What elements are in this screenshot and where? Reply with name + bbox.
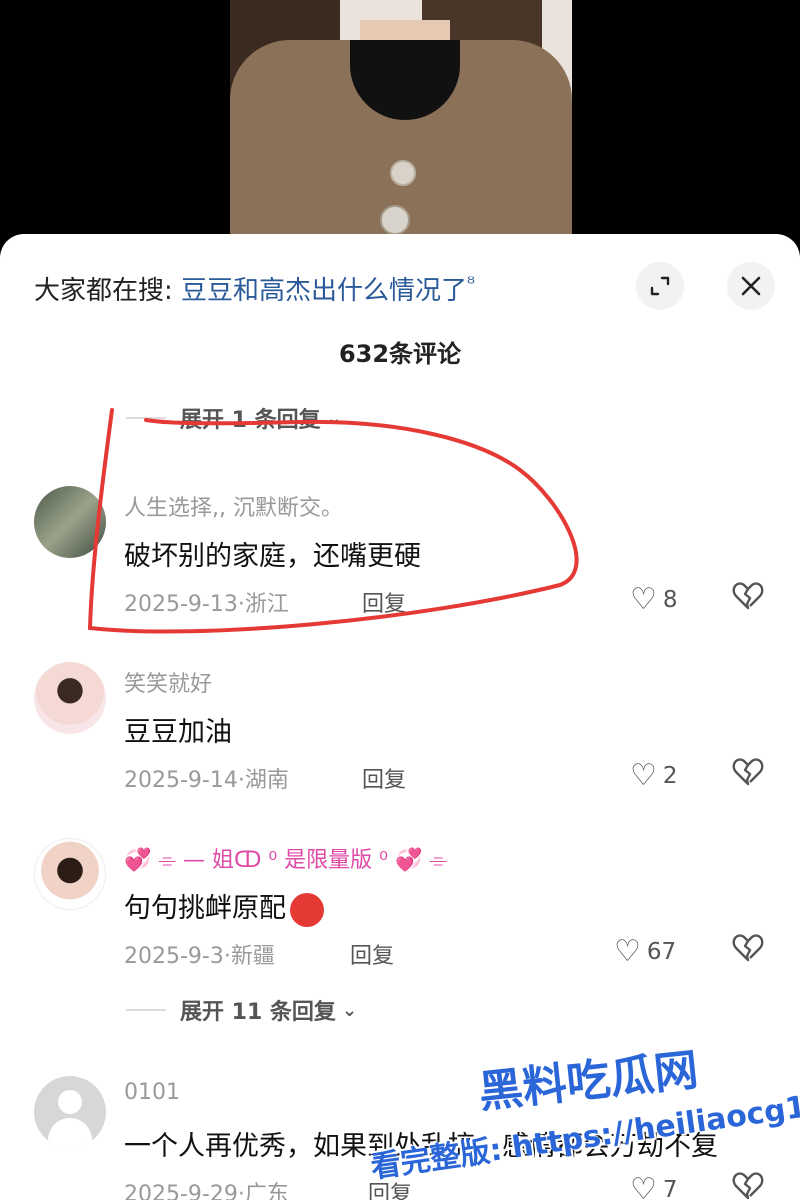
default-avatar-head [58, 1090, 82, 1114]
reply-button[interactable]: 回复 [368, 1176, 412, 1200]
expand-icon [650, 276, 670, 296]
divider [126, 417, 166, 419]
like-count: 2 [662, 762, 678, 789]
comment-meta: 2025-9-29·广东 [124, 1182, 289, 1200]
broken-heart-icon[interactable] [732, 932, 764, 970]
comment-author[interactable]: 0101 [124, 1080, 180, 1105]
like-button[interactable]: ♡ 7 [630, 1172, 678, 1200]
heart-icon: ♡ [630, 582, 657, 617]
comment-text: 句句挑衅原配 [124, 886, 324, 927]
heart-icon: ♡ [630, 1172, 657, 1200]
like-count: 67 [646, 938, 677, 965]
broken-heart-icon[interactable] [732, 1170, 764, 1200]
video-frame [230, 0, 572, 260]
suggested-search[interactable]: 大家都在搜: 豆豆和高杰出什么情况了ᴽ [34, 270, 475, 307]
suggested-search-row: 大家都在搜: 豆豆和高杰出什么情况了ᴽ [0, 262, 800, 310]
like-button[interactable]: ♡ 8 [630, 582, 678, 617]
like-count: 7 [662, 1176, 678, 1200]
expand-replies-mid[interactable]: 展开 11 条回复 ⌄ [126, 994, 357, 1026]
default-avatar-body [48, 1118, 92, 1148]
heart-icon: ♡ [614, 934, 641, 969]
expand-replies-top[interactable]: 展开 1 条回复 ⌄ [126, 402, 342, 434]
comment-count: 632条评论 [338, 340, 462, 368]
broken-heart-icon[interactable] [732, 580, 764, 618]
like-button[interactable]: ♡ 2 [630, 758, 678, 793]
expand-replies-label: 展开 11 条回复 [180, 1000, 336, 1025]
comment-meta: 2025-9-13·浙江 [124, 592, 289, 617]
search-icon: ᴽ [467, 273, 475, 295]
broken-heart-icon[interactable] [732, 756, 764, 794]
like-button[interactable]: ♡ 67 [614, 934, 676, 969]
comment-meta: 2025-9-14·湖南 [124, 768, 289, 793]
heart-icon: ♡ [630, 758, 657, 793]
chevron-down-icon: ⌄ [341, 999, 358, 1021]
close-icon [741, 276, 761, 296]
suggested-search-query[interactable]: 豆豆和高杰出什么情况了 [181, 276, 467, 306]
comment-text-body: 句句挑衅原配 [124, 893, 286, 924]
comment-item: 0101 一个人再优秀，如果到处乱搞，感情都会万劫不复 2025-9-29·广东… [0, 1076, 800, 1200]
angry-face-icon [290, 892, 324, 927]
avatar[interactable] [34, 486, 106, 558]
comment-item: 💞 ⌯ — 姐ↀ ⁰ 是限量版 ⁰ 💞 ⌯ 句句挑衅原配 2025-9-3·新疆… [0, 838, 800, 988]
like-count: 8 [662, 586, 678, 613]
avatar[interactable] [34, 662, 106, 734]
suggested-search-prefix: 大家都在搜: [34, 276, 173, 306]
comment-item: 人生选择,, 沉默断交。 破坏别的家庭，还嘴更硬 2025-9-13·浙江 回复… [0, 486, 800, 636]
expand-button[interactable] [636, 262, 684, 310]
comment-author[interactable]: 💞 ⌯ — 姐ↀ ⁰ 是限量版 ⁰ 💞 ⌯ [124, 842, 447, 874]
comment-text: 破坏别的家庭，还嘴更硬 [124, 541, 421, 572]
comment-sheet: 大家都在搜: 豆豆和高杰出什么情况了ᴽ 632条评论 展开 1 条回复 ⌄ 人生… [0, 234, 800, 1200]
chevron-down-icon: ⌄ [326, 407, 342, 429]
reply-button[interactable]: 回复 [350, 938, 394, 970]
comment-text: 豆豆加油 [124, 717, 232, 748]
reply-button[interactable]: 回复 [362, 586, 406, 618]
comment-meta: 2025-9-3·新疆 [124, 944, 275, 969]
video-figure-pendant [390, 160, 416, 186]
video-figure-button [380, 205, 410, 235]
avatar[interactable] [34, 1076, 106, 1148]
expand-replies-label: 展开 1 条回复 [180, 408, 321, 433]
divider [126, 1009, 166, 1011]
reply-button[interactable]: 回复 [362, 762, 406, 794]
video-player[interactable] [0, 0, 800, 260]
avatar[interactable] [34, 838, 106, 910]
comment-author[interactable]: 人生选择,, 沉默断交。 [124, 490, 343, 522]
comment-item: 笑笑就好 豆豆加油 2025-9-14·湖南 回复 ♡ 2 [0, 662, 800, 812]
comment-author[interactable]: 笑笑就好 [124, 666, 212, 698]
close-button[interactable] [727, 262, 775, 310]
comment-text: 一个人再优秀，如果到处乱搞，感情都会万劫不复 [124, 1131, 718, 1162]
